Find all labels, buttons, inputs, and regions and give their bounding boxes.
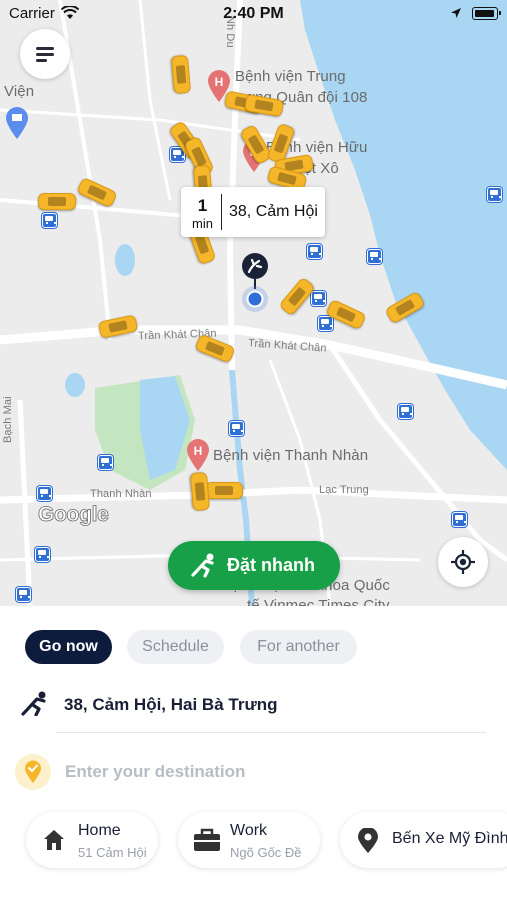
bus-stop-icon bbox=[367, 249, 382, 264]
tab-for-another[interactable]: For another bbox=[240, 630, 357, 664]
tab-go-now[interactable]: Go now bbox=[25, 630, 112, 664]
bus-stop-icon bbox=[398, 404, 413, 419]
clock: 2:40 PM bbox=[223, 5, 284, 22]
taxi-icon bbox=[205, 482, 243, 499]
crosshair-icon bbox=[451, 550, 475, 574]
booking-sheet: Go now Schedule For another 38, Cảm Hội,… bbox=[0, 606, 507, 900]
street-label: Bạch Mai bbox=[2, 396, 14, 443]
bus-stop-icon bbox=[35, 547, 50, 562]
briefcase-icon bbox=[194, 828, 220, 851]
rider-icon bbox=[191, 553, 214, 578]
favorite-work[interactable]: Work Ngõ Gốc Đề bbox=[178, 812, 320, 868]
street-label: Thanh Nhàn bbox=[90, 488, 152, 500]
eta-unit: min bbox=[192, 216, 213, 231]
map-label: Viện bbox=[4, 83, 35, 100]
my-location-button[interactable] bbox=[438, 537, 488, 587]
map-label: tế Vinmec Times City bbox=[247, 597, 390, 606]
menu-icon bbox=[36, 47, 54, 50]
favorite-title: Bến Xe Mỹ Đình bbox=[392, 830, 507, 847]
google-logo: Google bbox=[38, 503, 110, 527]
shop-marker-icon bbox=[6, 107, 28, 139]
menu-icon bbox=[36, 53, 54, 56]
location-arrow-icon bbox=[451, 8, 461, 18]
map-label: Bệnh viện Trung bbox=[235, 68, 346, 85]
pickup-address: 38, Cảm Hội, Hai Bà Trưng bbox=[64, 695, 278, 714]
favorite-subtitle: 51 Cảm Hội bbox=[78, 845, 147, 860]
bus-stop-icon bbox=[318, 316, 333, 331]
quick-book-label: Đặt nhanh bbox=[227, 555, 315, 575]
pickup-rider-icon bbox=[21, 691, 46, 716]
taxi-icon bbox=[38, 193, 76, 210]
battery-icon bbox=[472, 7, 501, 20]
divider bbox=[56, 732, 486, 733]
eta-address: 38, Cảm Hội bbox=[229, 203, 318, 220]
bus-stop-icon bbox=[37, 486, 52, 501]
favorite-title: Home bbox=[78, 822, 121, 839]
bus-stop-icon bbox=[487, 187, 502, 202]
destination-pin-icon bbox=[25, 760, 41, 783]
pickup-eta-bubble[interactable]: 1 min 38, Cảm Hội bbox=[181, 187, 325, 237]
quick-book-button[interactable]: Đặt nhanh bbox=[168, 541, 340, 590]
hospital-marker-icon: H bbox=[187, 439, 209, 471]
taxi-icon bbox=[170, 54, 192, 95]
street-label: Lạc Trung bbox=[319, 484, 369, 496]
bus-stop-icon bbox=[452, 512, 467, 527]
eta-minutes: 1 bbox=[197, 196, 208, 215]
status-bar: Carrier 2:40 PM bbox=[0, 0, 507, 28]
menu-button[interactable] bbox=[20, 29, 70, 79]
pickup-row[interactable]: 38, Cảm Hội, Hai Bà Trưng bbox=[20, 690, 490, 718]
home-icon bbox=[44, 830, 64, 850]
svg-text:H: H bbox=[215, 75, 224, 89]
taxi-icon bbox=[189, 471, 211, 512]
favorite-subtitle: Ngõ Gốc Đề bbox=[230, 845, 302, 860]
bus-stop-icon bbox=[229, 421, 244, 436]
pickup-location-marker-icon bbox=[242, 253, 268, 312]
bus-stop-icon bbox=[98, 455, 113, 470]
bus-stop-icon bbox=[16, 587, 31, 602]
favorite-home[interactable]: Home 51 Cảm Hội bbox=[26, 812, 158, 868]
svg-text:H: H bbox=[194, 444, 203, 458]
destination-placeholder: Enter your destination bbox=[65, 762, 246, 781]
favorite-title: Work bbox=[230, 822, 268, 839]
eta-divider bbox=[221, 194, 222, 230]
favorite-ben-xe-my-dinh[interactable]: Bến Xe Mỹ Đình bbox=[340, 812, 507, 868]
bus-stop-icon bbox=[307, 244, 322, 259]
destination-input[interactable]: Enter your destination bbox=[15, 754, 485, 790]
tab-schedule[interactable]: Schedule bbox=[127, 630, 224, 664]
bus-stop-icon bbox=[42, 213, 57, 228]
menu-icon bbox=[36, 59, 47, 62]
place-pin-icon bbox=[358, 828, 378, 853]
bus-stop-icon bbox=[311, 291, 326, 306]
destination-pin-badge bbox=[15, 754, 51, 790]
map-label: Bệnh viện Thanh Nhàn bbox=[213, 447, 369, 464]
map-view[interactable]: Viện Bệnh viện Trung ương Quân đội 108 B… bbox=[0, 0, 507, 606]
